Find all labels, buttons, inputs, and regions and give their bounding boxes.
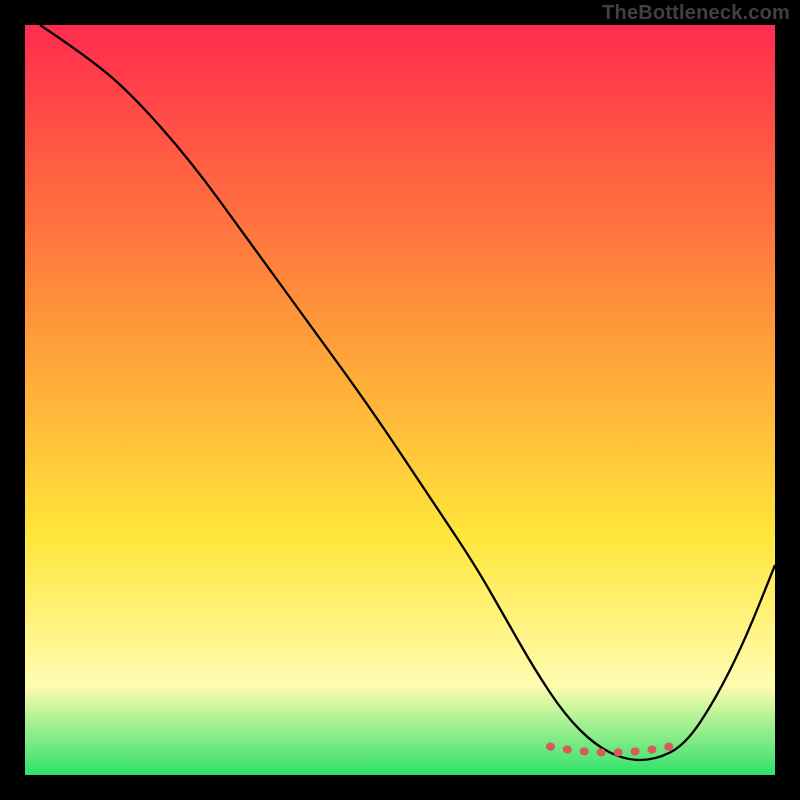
gradient-background [25, 25, 775, 775]
bottleneck-chart [25, 25, 775, 775]
chart-stage: TheBottleneck.com [0, 0, 800, 800]
plot-area [25, 25, 775, 775]
watermark-text: TheBottleneck.com [602, 2, 790, 25]
